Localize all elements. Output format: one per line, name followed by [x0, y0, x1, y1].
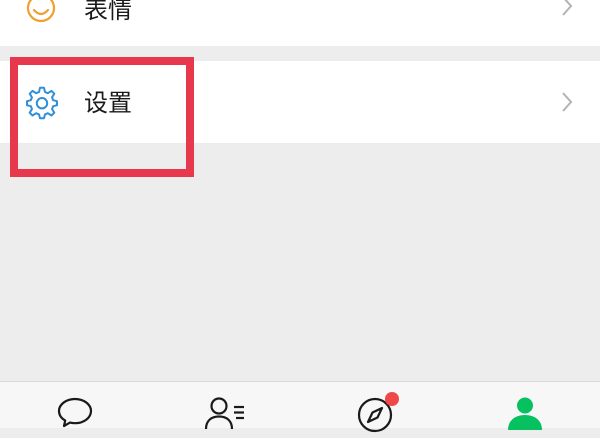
smiley-icon [25, 0, 57, 28]
contacts-icon[interactable] [204, 396, 248, 434]
chevron-right-icon [560, 0, 574, 22]
chevron-right-icon [560, 90, 574, 118]
menu-item-label: 表情 [84, 0, 132, 24]
chat-icon[interactable] [56, 396, 94, 434]
menu-item-settings[interactable]: 设置 [0, 61, 600, 143]
notification-badge [385, 392, 399, 406]
me-icon[interactable] [505, 396, 545, 434]
menu-item-label: 设置 [84, 89, 132, 117]
menu-item-expression[interactable]: 表情 [0, 0, 600, 46]
bottom-tab-bar [0, 381, 600, 433]
gear-icon [25, 86, 59, 124]
